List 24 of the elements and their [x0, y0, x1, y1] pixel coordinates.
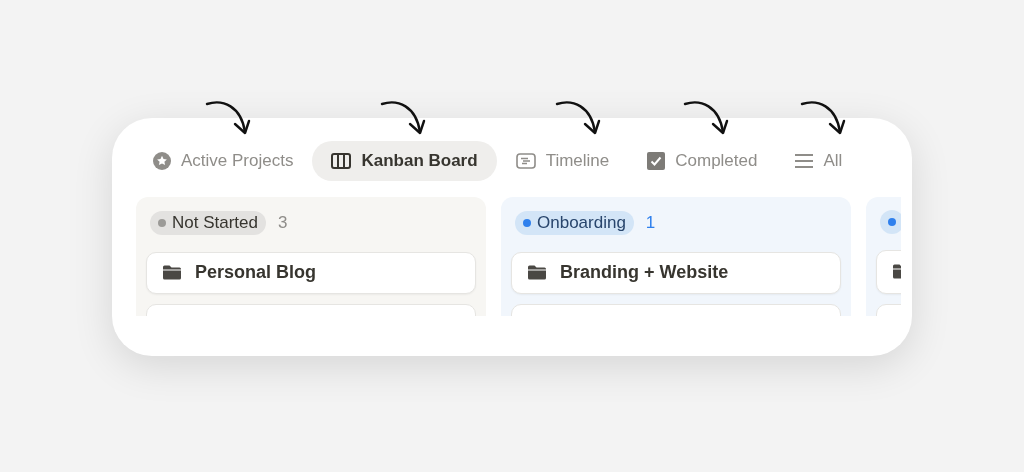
- arrow-icon: [380, 100, 426, 136]
- card-count: 1: [645, 212, 656, 234]
- folder-icon: [528, 265, 546, 281]
- arrow-icon: [683, 100, 729, 136]
- columns-icon: [331, 153, 352, 169]
- view-tab[interactable]: Kanban Board: [312, 141, 497, 181]
- arrow-icon: [205, 100, 251, 136]
- status-tag: Not Started: [150, 210, 266, 235]
- checkbox-icon: [647, 152, 666, 170]
- view-tab[interactable]: All: [776, 141, 862, 181]
- view-tab[interactable]: Active Projects: [134, 141, 313, 181]
- timeline-icon: [515, 153, 536, 169]
- arrow-icon: [555, 100, 601, 136]
- folder-icon: [163, 265, 181, 281]
- card-count: 3: [278, 212, 288, 234]
- card-title: Branding + Website: [560, 261, 729, 285]
- arrow-icon: [800, 100, 846, 136]
- project-card[interactable]: Branding + Website: [511, 251, 841, 295]
- project-card[interactable]: Personal Blog: [146, 251, 476, 295]
- list-icon: [795, 154, 814, 168]
- view-tab[interactable]: Timeline: [496, 141, 629, 181]
- view-tab[interactable]: Completed: [628, 141, 777, 181]
- status-tag: Onboarding: [515, 210, 634, 235]
- card-title: Personal Blog: [195, 261, 317, 285]
